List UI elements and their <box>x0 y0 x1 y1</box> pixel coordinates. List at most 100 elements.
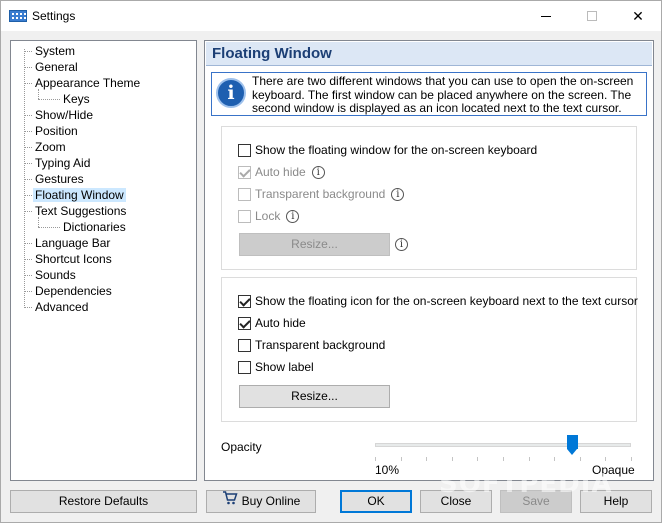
tree-item-language-bar[interactable]: Language Bar <box>33 235 112 251</box>
tree-item-dependencies[interactable]: Dependencies <box>33 283 114 299</box>
checkbox-label: Auto hide <box>255 316 306 330</box>
tree-connector <box>24 83 32 84</box>
minimize-icon <box>541 15 551 17</box>
tree-item-gestures[interactable]: Gestures <box>33 171 86 187</box>
help-icon[interactable]: i <box>286 209 300 223</box>
floating-icon-group: Show the floating icon for the on-screen… <box>221 277 638 422</box>
tree-connector <box>24 243 32 244</box>
tree-item-label: Advanced <box>35 300 89 314</box>
tree-connector <box>24 131 32 132</box>
auto-hide-icon-checkbox[interactable]: Auto hide <box>238 315 306 331</box>
checkbox-label: Show the floating window for the on-scre… <box>255 143 538 157</box>
resize-icon-button[interactable]: Resize... <box>239 385 390 408</box>
tree-connector <box>24 259 32 260</box>
tree-item-typing-aid[interactable]: Typing Aid <box>33 155 92 171</box>
checkbox-box[interactable] <box>238 360 251 374</box>
tree-item-keys[interactable]: Keys <box>61 91 92 107</box>
show-floating-window-checkbox[interactable]: Show the floating window for the on-scre… <box>238 142 537 158</box>
tree-item-label: General <box>35 60 78 74</box>
help-icon[interactable]: i <box>395 238 408 251</box>
help-icon[interactable]: i <box>311 165 325 179</box>
show-floating-icon-checkbox[interactable]: Show the floating icon for the on-screen… <box>238 293 638 309</box>
window-title: Settings <box>32 9 76 23</box>
tree-item-show-hide[interactable]: Show/Hide <box>33 107 95 123</box>
transparent-background-icon-checkbox[interactable]: Transparent background <box>238 337 385 353</box>
checkbox-label: Auto hide <box>255 165 306 179</box>
info-text: There are two different windows that you… <box>252 74 634 115</box>
slider-tick <box>503 457 504 461</box>
buy-online-button[interactable]: Buy Online <box>206 490 316 513</box>
tree-connector <box>38 89 39 99</box>
opacity-label: Opacity <box>221 440 262 454</box>
slider-tick <box>426 457 428 461</box>
tree-connector <box>24 179 32 180</box>
checkbox-box[interactable] <box>238 187 251 201</box>
tree-connector <box>24 51 32 52</box>
tree-item-text-suggestions[interactable]: Text Suggestions <box>33 203 128 219</box>
opacity-slider-track[interactable] <box>375 443 631 447</box>
tree-connector <box>24 211 32 212</box>
minimize-button[interactable] <box>523 1 569 31</box>
tree-item-label: Floating Window <box>33 188 126 202</box>
tree-connector <box>24 291 32 292</box>
tree-item-sounds[interactable]: Sounds <box>33 267 78 283</box>
tree-item-label: Position <box>35 124 78 138</box>
info-icon: i <box>216 78 246 108</box>
slider-tick <box>554 457 556 461</box>
checkbox-box[interactable] <box>238 143 251 157</box>
tree-item-shortcut-icons[interactable]: Shortcut Icons <box>33 251 114 267</box>
restore-defaults-button[interactable]: Restore Defaults <box>10 490 197 513</box>
checkbox-box[interactable] <box>238 338 251 352</box>
show-label-checkbox[interactable]: Show label <box>238 359 314 375</box>
tree-item-label: Dictionaries <box>63 220 126 234</box>
tree-item-label: Typing Aid <box>35 156 91 170</box>
close-icon: ✕ <box>632 7 644 24</box>
close-window-button[interactable]: ✕ <box>615 1 661 31</box>
slider-tick <box>451 457 453 461</box>
tree-item-advanced[interactable]: Advanced <box>33 299 90 315</box>
checkbox-label: Show the floating icon for the on-screen… <box>255 294 638 308</box>
info-box: i There are two different windows that y… <box>211 72 647 116</box>
tree-item-label: Dependencies <box>35 284 112 298</box>
transparent-background-window-checkbox[interactable]: Transparent background i <box>238 186 405 202</box>
slider-tick <box>605 457 607 461</box>
lock-checkbox[interactable]: Lock i <box>238 208 300 224</box>
checkbox-box[interactable] <box>238 316 251 330</box>
tree-connector <box>38 227 60 228</box>
tree-connector <box>24 115 32 116</box>
floating-window-group: Show the floating window for the on-scre… <box>221 126 637 270</box>
tree-connector <box>38 217 39 227</box>
tree-item-position[interactable]: Position <box>33 123 80 139</box>
keyboard-icon <box>9 10 27 22</box>
tree-connector <box>24 195 32 196</box>
slider-thumb-tip <box>567 449 578 455</box>
slider-tick <box>579 457 581 461</box>
auto-hide-window-checkbox[interactable]: Auto hide i <box>238 164 325 180</box>
slider-thumb-body <box>567 435 579 449</box>
slider-tick <box>631 457 632 461</box>
tree-item-appearance-theme[interactable]: Appearance Theme <box>33 75 142 91</box>
tree-item-floating-window[interactable]: Floating Window <box>33 187 126 203</box>
settings-panel: Floating Window i There are two differen… <box>204 40 654 481</box>
tree-item-general[interactable]: General <box>33 59 80 75</box>
tree-connector <box>38 99 60 100</box>
opacity-slider-thumb[interactable] <box>567 435 579 455</box>
checkbox-box[interactable] <box>238 165 251 179</box>
slider-tick <box>477 457 479 461</box>
tree-item-label: Sounds <box>35 268 76 282</box>
settings-tree[interactable]: System General Appearance Theme Keys Show/Hi… <box>10 40 197 481</box>
tree-item-system[interactable]: System <box>33 43 77 59</box>
title-bar[interactable]: Settings ✕ <box>1 1 661 31</box>
resize-window-button[interactable]: Resize... <box>239 233 390 256</box>
tree-item-label: Appearance Theme <box>35 76 141 90</box>
watermark: SOFTPEDIA <box>439 469 613 499</box>
help-icon[interactable]: i <box>391 187 405 201</box>
checkbox-box[interactable] <box>238 294 251 308</box>
ok-button[interactable]: OK <box>340 490 412 513</box>
tree-item-label: Text Suggestions <box>35 204 127 218</box>
checkbox-box[interactable] <box>238 209 251 223</box>
tree-connector <box>24 275 32 276</box>
tree-item-dictionaries[interactable]: Dictionaries <box>61 219 128 235</box>
tree-item-zoom[interactable]: Zoom <box>33 139 68 155</box>
buy-online-label: Buy Online <box>241 494 301 508</box>
